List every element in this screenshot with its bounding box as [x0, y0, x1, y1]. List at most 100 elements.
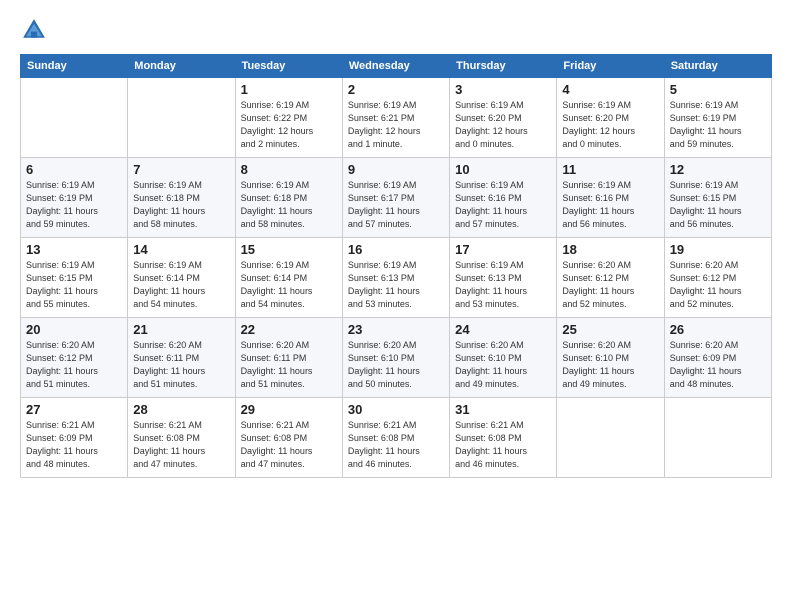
day-number: 19 — [670, 242, 766, 257]
day-number: 27 — [26, 402, 122, 417]
day-detail: Sunrise: 6:20 AMSunset: 6:10 PMDaylight:… — [455, 339, 551, 391]
day-detail: Sunrise: 6:20 AMSunset: 6:10 PMDaylight:… — [348, 339, 444, 391]
header — [20, 16, 772, 44]
day-cell-6: 6 Sunrise: 6:19 AMSunset: 6:19 PMDaylight… — [21, 158, 128, 238]
day-cell-22: 22 Sunrise: 6:20 AMSunset: 6:11 PMDayligh… — [235, 318, 342, 398]
day-cell-5: 5Sunrise: 6:19 AMSunset: 6:19 PMDaylight… — [664, 78, 771, 158]
day-cell-3: 3Sunrise: 6:19 AMSunset: 6:20 PMDaylight… — [450, 78, 557, 158]
day-cell-9: 9 Sunrise: 6:19 AMSunset: 6:17 PMDaylight… — [342, 158, 449, 238]
day-number: 28 — [133, 402, 229, 417]
day-number: 8 — [241, 162, 337, 177]
day-detail: Sunrise: 6:19 AMSunset: 6:19 PMDaylight:… — [26, 179, 122, 231]
day-number: 21 — [133, 322, 229, 337]
day-number: 7 — [133, 162, 229, 177]
day-number: 13 — [26, 242, 122, 257]
day-cell-7: 7Sunrise: 6:19 AMSunset: 6:18 PMDaylight… — [128, 158, 235, 238]
day-number: 16 — [348, 242, 444, 257]
day-cell-1: 1 Sunrise: 6:19 AMSunset: 6:22 PMDaylight… — [235, 78, 342, 158]
day-number: 1 — [241, 82, 337, 97]
day-detail: Sunrise: 6:19 AMSunset: 6:14 PMDaylight:… — [241, 259, 337, 311]
day-detail: Sunrise: 6:19 AMSunset: 6:13 PMDaylight:… — [348, 259, 444, 311]
day-cell-11: 11 Sunrise: 6:19 AMSunset: 6:16 PMDayligh… — [557, 158, 664, 238]
day-number: 11 — [562, 162, 658, 177]
empty-cell — [128, 78, 235, 158]
col-header-sunday: Sunday — [21, 55, 128, 78]
day-detail: Sunrise: 6:19 AMSunset: 6:15 PMDaylight:… — [670, 179, 766, 231]
empty-cell — [664, 398, 771, 478]
day-detail: Sunrise: 6:19 AMSunset: 6:16 PMDaylight:… — [455, 179, 551, 231]
day-number: 12 — [670, 162, 766, 177]
day-cell-25: 25 Sunrise: 6:20 AMSunset: 6:10 PMDayligh… — [557, 318, 664, 398]
day-cell-27: 27 Sunrise: 6:21 AMSunset: 6:09 PMDayligh… — [21, 398, 128, 478]
day-number: 17 — [455, 242, 551, 257]
day-number: 4 — [562, 82, 658, 97]
day-cell-21: 21 Sunrise: 6:20 AMSunset: 6:11 PMDayligh… — [128, 318, 235, 398]
day-cell-30: 30 Sunrise: 6:21 AMSunset: 6:08 PMDayligh… — [342, 398, 449, 478]
day-detail: Sunrise: 6:21 AMSunset: 6:08 PMDaylight:… — [348, 419, 444, 471]
day-number: 24 — [455, 322, 551, 337]
day-detail: Sunrise: 6:20 AMSunset: 6:11 PMDaylight:… — [133, 339, 229, 391]
day-detail: Sunrise: 6:20 AMSunset: 6:11 PMDaylight:… — [241, 339, 337, 391]
calendar-table: SundayMondayTuesdayWednesdayThursdayFrid… — [20, 54, 772, 478]
day-number: 25 — [562, 322, 658, 337]
day-detail: Sunrise: 6:19 AMSunset: 6:21 PMDaylight:… — [348, 99, 444, 151]
day-cell-29: 29 Sunrise: 6:21 AMSunset: 6:08 PMDayligh… — [235, 398, 342, 478]
day-cell-12: 12 Sunrise: 6:19 AMSunset: 6:15 PMDayligh… — [664, 158, 771, 238]
day-detail: Sunrise: 6:21 AMSunset: 6:09 PMDaylight:… — [26, 419, 122, 471]
day-number: 31 — [455, 402, 551, 417]
day-detail: Sunrise: 6:20 AMSunset: 6:12 PMDaylight:… — [670, 259, 766, 311]
week-row-1: 1 Sunrise: 6:19 AMSunset: 6:22 PMDaylight… — [21, 78, 772, 158]
day-number: 15 — [241, 242, 337, 257]
day-number: 20 — [26, 322, 122, 337]
logo-icon — [20, 16, 48, 44]
day-number: 9 — [348, 162, 444, 177]
day-cell-4: 4Sunrise: 6:19 AMSunset: 6:20 PMDaylight… — [557, 78, 664, 158]
day-detail: Sunrise: 6:19 AMSunset: 6:15 PMDaylight:… — [26, 259, 122, 311]
day-detail: Sunrise: 6:19 AMSunset: 6:14 PMDaylight:… — [133, 259, 229, 311]
day-cell-26: 26 Sunrise: 6:20 AMSunset: 6:09 PMDayligh… — [664, 318, 771, 398]
col-header-friday: Friday — [557, 55, 664, 78]
day-number: 26 — [670, 322, 766, 337]
day-detail: Sunrise: 6:20 AMSunset: 6:12 PMDaylight:… — [26, 339, 122, 391]
day-number: 29 — [241, 402, 337, 417]
day-cell-17: 17 Sunrise: 6:19 AMSunset: 6:13 PMDayligh… — [450, 238, 557, 318]
day-cell-23: 23Sunrise: 6:20 AMSunset: 6:10 PMDayligh… — [342, 318, 449, 398]
day-number: 30 — [348, 402, 444, 417]
day-detail: Sunrise: 6:19 AMSunset: 6:17 PMDaylight:… — [348, 179, 444, 231]
day-cell-10: 10 Sunrise: 6:19 AMSunset: 6:16 PMDayligh… — [450, 158, 557, 238]
day-detail: Sunrise: 6:21 AMSunset: 6:08 PMDaylight:… — [455, 419, 551, 471]
logo — [20, 16, 53, 44]
day-number: 22 — [241, 322, 337, 337]
day-number: 2 — [348, 82, 444, 97]
empty-cell — [557, 398, 664, 478]
day-cell-8: 8 Sunrise: 6:19 AMSunset: 6:18 PMDaylight… — [235, 158, 342, 238]
day-detail: Sunrise: 6:19 AMSunset: 6:22 PMDaylight:… — [241, 99, 337, 151]
week-row-2: 6 Sunrise: 6:19 AMSunset: 6:19 PMDaylight… — [21, 158, 772, 238]
day-detail: Sunrise: 6:19 AMSunset: 6:13 PMDaylight:… — [455, 259, 551, 311]
week-row-4: 20 Sunrise: 6:20 AMSunset: 6:12 PMDayligh… — [21, 318, 772, 398]
col-header-thursday: Thursday — [450, 55, 557, 78]
week-row-5: 27 Sunrise: 6:21 AMSunset: 6:09 PMDayligh… — [21, 398, 772, 478]
week-row-3: 13 Sunrise: 6:19 AMSunset: 6:15 PMDayligh… — [21, 238, 772, 318]
day-cell-28: 28Sunrise: 6:21 AMSunset: 6:08 PMDayligh… — [128, 398, 235, 478]
day-detail: Sunrise: 6:19 AMSunset: 6:20 PMDaylight:… — [455, 99, 551, 151]
day-detail: Sunrise: 6:20 AMSunset: 6:09 PMDaylight:… — [670, 339, 766, 391]
col-header-wednesday: Wednesday — [342, 55, 449, 78]
col-header-monday: Monday — [128, 55, 235, 78]
day-number: 6 — [26, 162, 122, 177]
day-cell-18: 18 Sunrise: 6:20 AMSunset: 6:12 PMDayligh… — [557, 238, 664, 318]
day-cell-15: 15 Sunrise: 6:19 AMSunset: 6:14 PMDayligh… — [235, 238, 342, 318]
col-header-saturday: Saturday — [664, 55, 771, 78]
day-number: 10 — [455, 162, 551, 177]
page: SundayMondayTuesdayWednesdayThursdayFrid… — [0, 0, 792, 612]
day-detail: Sunrise: 6:19 AMSunset: 6:16 PMDaylight:… — [562, 179, 658, 231]
day-detail: Sunrise: 6:20 AMSunset: 6:12 PMDaylight:… — [562, 259, 658, 311]
day-cell-31: 31 Sunrise: 6:21 AMSunset: 6:08 PMDayligh… — [450, 398, 557, 478]
day-number: 14 — [133, 242, 229, 257]
day-detail: Sunrise: 6:19 AMSunset: 6:18 PMDaylight:… — [241, 179, 337, 231]
day-detail: Sunrise: 6:21 AMSunset: 6:08 PMDaylight:… — [241, 419, 337, 471]
day-number: 18 — [562, 242, 658, 257]
empty-cell — [21, 78, 128, 158]
day-detail: Sunrise: 6:20 AMSunset: 6:10 PMDaylight:… — [562, 339, 658, 391]
header-row: SundayMondayTuesdayWednesdayThursdayFrid… — [21, 55, 772, 78]
